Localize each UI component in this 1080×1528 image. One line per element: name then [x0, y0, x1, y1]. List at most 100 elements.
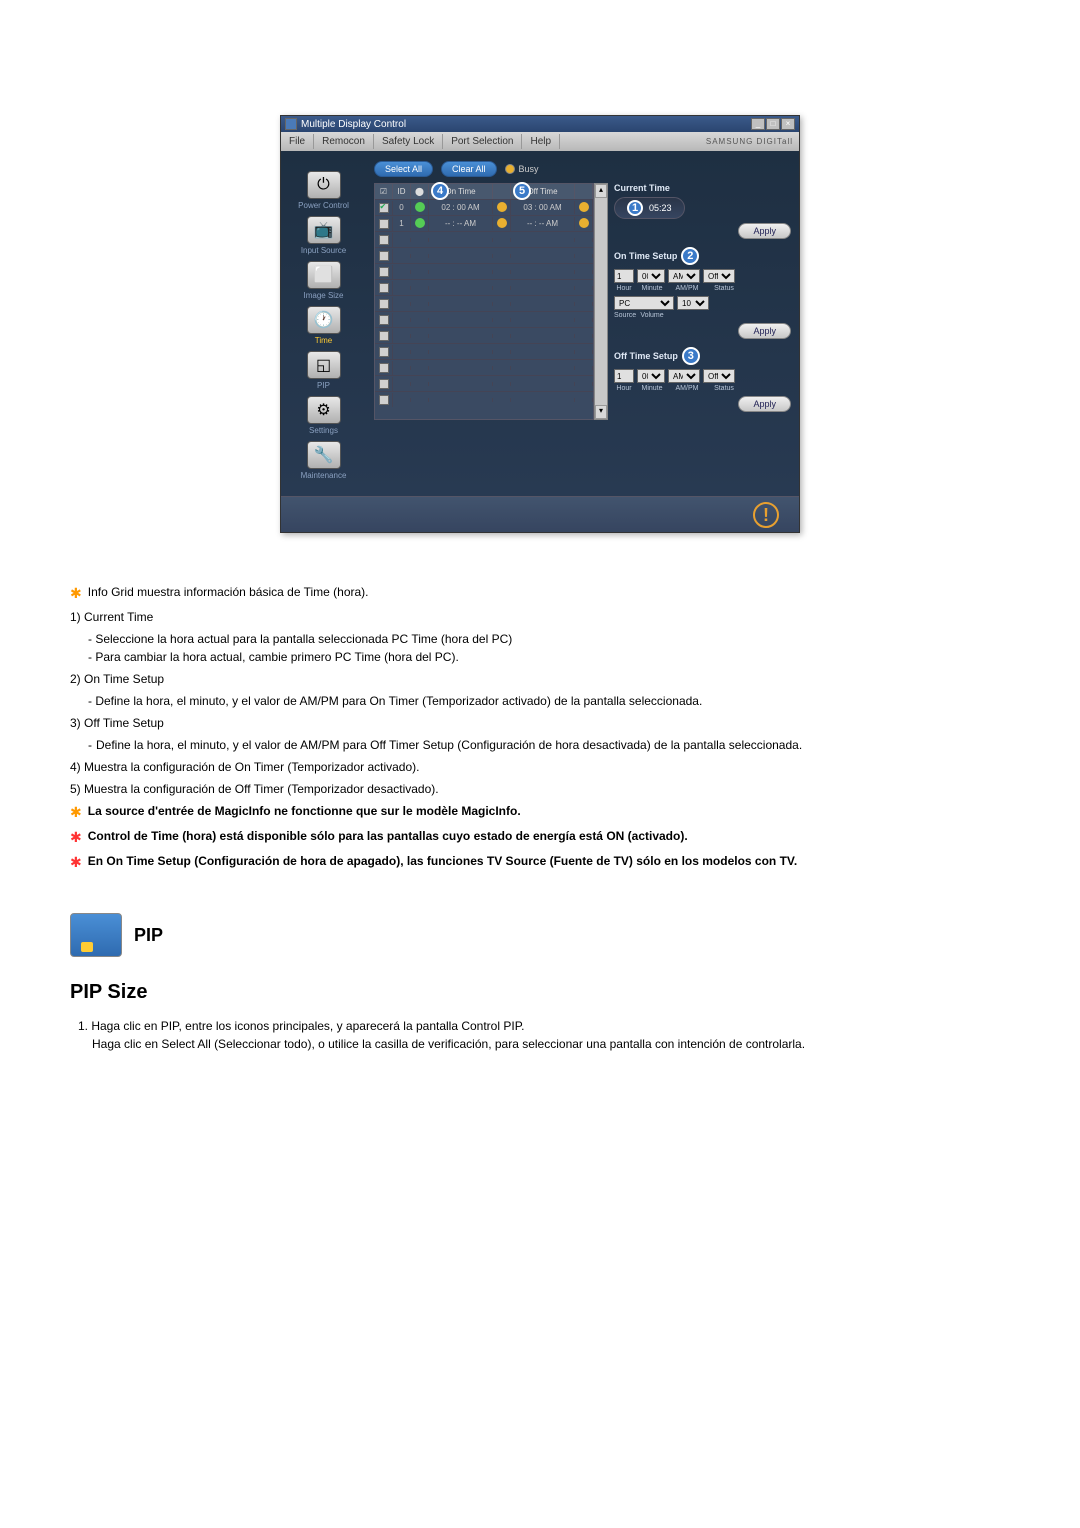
row-off-time: -- : -- AM [511, 217, 575, 230]
row-checkbox[interactable] [379, 219, 389, 229]
off-time-status-select[interactable]: Off [703, 369, 735, 383]
row-checkbox[interactable] [379, 331, 389, 341]
on-time-hour-input[interactable] [614, 269, 634, 283]
row-on-dot [493, 216, 511, 232]
window-controls: _ □ × [751, 118, 795, 130]
row-on-dot [493, 334, 511, 338]
row-status [411, 238, 429, 242]
row-checkbox[interactable] [379, 251, 389, 261]
row-id [393, 270, 411, 274]
sidebar-power-control[interactable]: ⏻ Power Control [298, 171, 349, 210]
select-all-button[interactable]: Select All [374, 161, 433, 177]
pip-header: PIP [70, 913, 1010, 957]
table-row[interactable] [375, 279, 593, 295]
scroll-down-icon[interactable]: ▾ [595, 405, 607, 419]
status-bar: ! [281, 496, 799, 532]
grid-scrollbar[interactable]: ▴ ▾ [594, 183, 608, 420]
row-checkbox[interactable] [379, 235, 389, 245]
row-off-dot [575, 302, 593, 306]
off-time-hour-input[interactable] [614, 369, 634, 383]
sidebar: ⏻ Power Control 📺 Input Source ⬜ Image S… [281, 151, 366, 496]
menu-file[interactable]: File [281, 134, 314, 149]
close-button[interactable]: × [781, 118, 795, 130]
doc-item-2-header: 2) On Time Setup [70, 670, 1010, 688]
row-off-time [511, 382, 575, 386]
row-checkbox[interactable] [379, 379, 389, 389]
on-time-volume-select[interactable]: 10 [677, 296, 709, 310]
row-off-dot [575, 350, 593, 354]
pip-step-list: 1. Haga clic en PIP, entre los iconos pr… [78, 1017, 1010, 1053]
row-checkbox[interactable] [379, 283, 389, 293]
on-time-source-labels: Source Volume [614, 312, 791, 319]
row-on-time [429, 238, 493, 242]
row-checkbox[interactable] [379, 363, 389, 373]
table-row[interactable] [375, 311, 593, 327]
doc-item-5: 5) Muestra la configuración de Off Timer… [70, 780, 1010, 798]
on-time-ampm-select[interactable]: AM [668, 269, 700, 283]
table-row[interactable]: 002 : 00 AM03 : 00 AM [375, 199, 593, 215]
badge-3: 3 [682, 347, 700, 365]
off-time-apply-button[interactable]: Apply [738, 396, 791, 412]
off-time-minute-select[interactable]: 00 [637, 369, 665, 383]
table-row[interactable]: 1-- : -- AM-- : -- AM [375, 215, 593, 231]
row-status [411, 286, 429, 290]
row-off-dot [575, 318, 593, 322]
app-window: Multiple Display Control _ □ × File Remo… [280, 115, 800, 533]
table-row[interactable] [375, 231, 593, 247]
row-checkbox[interactable] [379, 203, 389, 213]
table-row[interactable] [375, 263, 593, 279]
row-checkbox[interactable] [379, 395, 389, 405]
row-checkbox[interactable] [379, 347, 389, 357]
table-row[interactable] [375, 247, 593, 263]
row-checkbox[interactable] [379, 267, 389, 277]
table-row[interactable] [375, 343, 593, 359]
table-row[interactable] [375, 295, 593, 311]
on-time-source-select[interactable]: PC [614, 296, 674, 310]
table-row[interactable] [375, 391, 593, 407]
off-time-ampm-select[interactable]: AM [668, 369, 700, 383]
on-time-apply-button[interactable]: Apply [738, 323, 791, 339]
off-time-field-labels: Hour Minute AM/PM Status [614, 385, 791, 392]
off-time-setup-label: Off Time Setup [614, 351, 678, 361]
scroll-up-icon[interactable]: ▴ [595, 184, 607, 198]
menu-safety-lock[interactable]: Safety Lock [374, 134, 443, 149]
on-time-minute-select[interactable]: 00 [637, 269, 665, 283]
row-status [411, 200, 429, 216]
row-on-time [429, 334, 493, 338]
sidebar-settings[interactable]: ⚙ Settings [307, 396, 341, 435]
col-checkbox[interactable]: ☑ [375, 184, 393, 199]
sidebar-maintenance[interactable]: 🔧 Maintenance [301, 441, 347, 480]
doc-note-3: En On Time Setup (Configuración de hora … [88, 852, 797, 873]
on-time-field-labels: Hour Minute AM/PM Status [614, 285, 791, 292]
table-row[interactable] [375, 375, 593, 391]
row-id [393, 286, 411, 290]
row-on-dot [493, 350, 511, 354]
menu-help[interactable]: Help [522, 134, 560, 149]
minimize-button[interactable]: _ [751, 118, 765, 130]
table-row[interactable] [375, 359, 593, 375]
on-time-setup-label: On Time Setup [614, 251, 677, 261]
clear-all-button[interactable]: Clear All [441, 161, 497, 177]
row-id [393, 334, 411, 338]
row-id [393, 318, 411, 322]
sidebar-pip[interactable]: ◱ PIP [307, 351, 341, 390]
table-row[interactable] [375, 327, 593, 343]
current-time-apply-button[interactable]: Apply [738, 223, 791, 239]
menu-port-selection[interactable]: Port Selection [443, 134, 522, 149]
sidebar-input-source[interactable]: 📺 Input Source [301, 216, 346, 255]
row-checkbox[interactable] [379, 315, 389, 325]
maximize-button[interactable]: □ [766, 118, 780, 130]
menu-remocon[interactable]: Remocon [314, 134, 374, 149]
doc-item-3a: Define la hora, el minuto, y el valor de… [96, 738, 802, 752]
row-status [411, 366, 429, 370]
sidebar-image-size[interactable]: ⬜ Image Size [303, 261, 343, 300]
gear-icon: ⚙ [307, 396, 341, 424]
row-on-time: 02 : 00 AM [429, 201, 493, 214]
sidebar-time[interactable]: 🕐 Time [307, 306, 341, 345]
on-time-status-select[interactable]: Off [703, 269, 735, 283]
row-id: 1 [393, 217, 411, 230]
doc-item-1a: - Seleccione la hora actual para la pant… [88, 630, 1010, 648]
row-checkbox[interactable] [379, 299, 389, 309]
grid-header: ☑ ID ⬤ 4 On Time 5 Off Time [375, 184, 593, 199]
menu-bar: File Remocon Safety Lock Port Selection … [281, 132, 799, 151]
